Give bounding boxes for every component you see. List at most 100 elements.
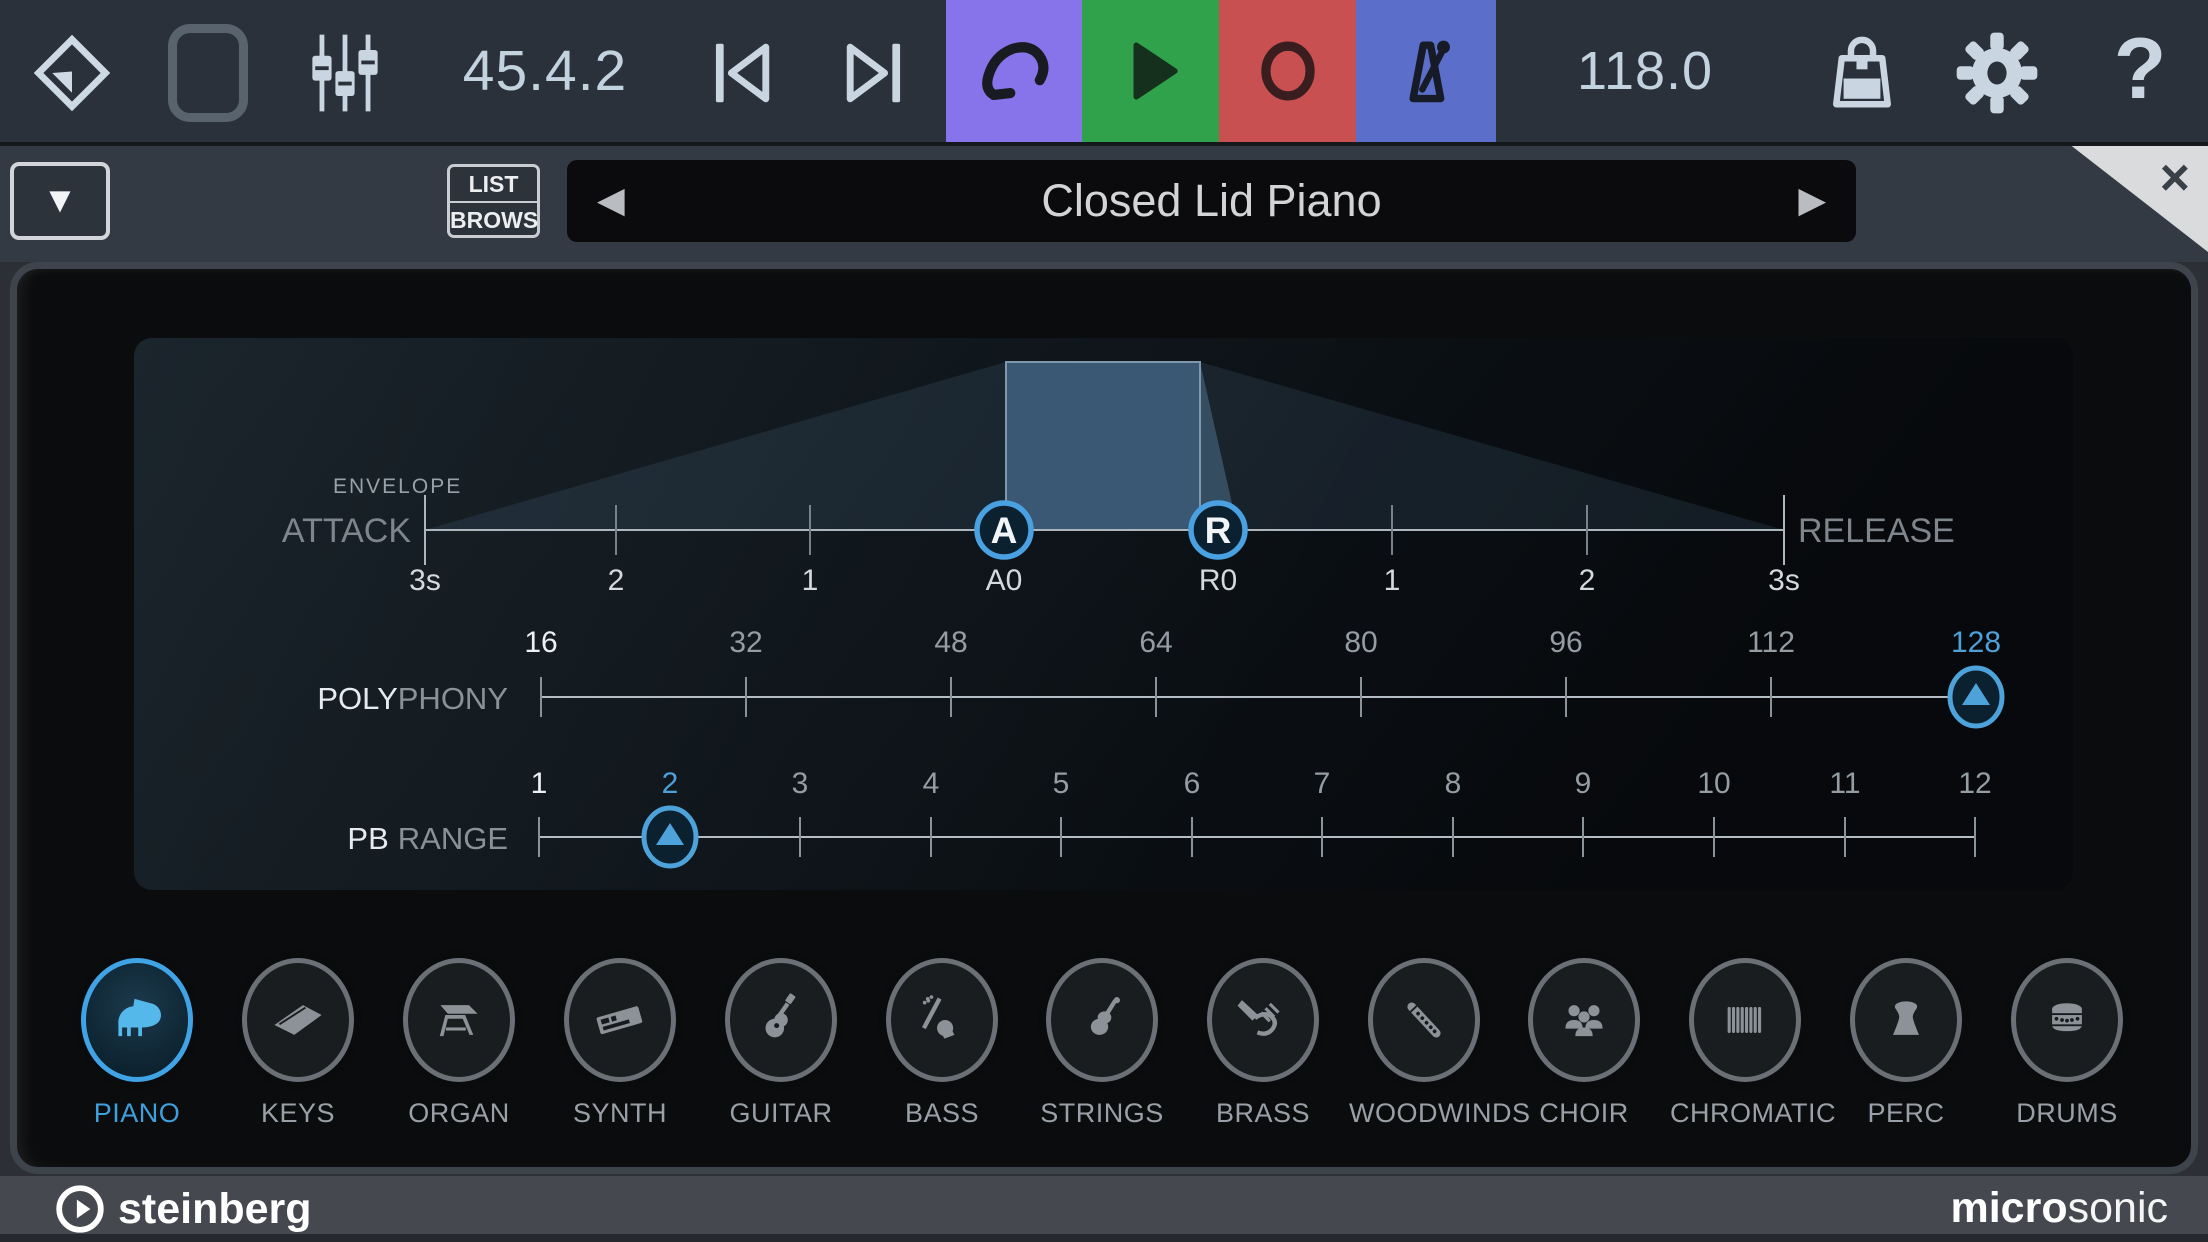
preset-next-arrow[interactable]: ▶ (1798, 160, 1826, 242)
scale-label: 96 (1549, 626, 1582, 659)
record-button[interactable] (1219, 0, 1356, 142)
record-icon (1242, 25, 1334, 117)
attack-label: ATTACK (282, 512, 411, 550)
preset-name[interactable]: Closed Lid Piano (567, 160, 1856, 242)
scale-label: 11 (1829, 767, 1860, 800)
preset-selector[interactable]: ◀ Closed Lid Piano ▶ (567, 160, 1856, 242)
dropdown-button[interactable]: ▼ (10, 162, 110, 240)
instrument-choir[interactable]: CHOIR (1509, 958, 1659, 1129)
tempo-display[interactable]: 118.0 (1540, 0, 1750, 142)
steinberg-wordmark: steinberg (118, 1185, 312, 1234)
instrument-circle[interactable] (1528, 958, 1640, 1082)
svg-text:A: A (991, 510, 1018, 551)
instrument-circle[interactable] (1046, 958, 1158, 1082)
flute-icon (1393, 989, 1455, 1051)
instrument-label: SYNTH (545, 1098, 695, 1129)
skip-forward-button[interactable] (833, 30, 919, 116)
instrument-brass[interactable]: BRASS (1188, 958, 1338, 1129)
pb-range-scale-labels: 123456789101112 (531, 767, 1992, 800)
help-button[interactable]: ? (2095, 0, 2185, 142)
instrument-circle[interactable] (1850, 958, 1962, 1082)
release-knob[interactable]: R (1191, 503, 1245, 557)
scale-label: 6 (1184, 767, 1201, 800)
choir-icon (1553, 989, 1615, 1051)
loop-icon (968, 25, 1060, 117)
djembe-icon (1875, 989, 1937, 1051)
scale-label: 7 (1314, 767, 1331, 800)
instrument-circle[interactable] (1368, 958, 1480, 1082)
scale-label: 3s (1768, 564, 1800, 597)
instrument-circle[interactable] (403, 958, 515, 1082)
cycle-loop-button[interactable] (946, 0, 1082, 142)
scale-label: A0 (986, 564, 1023, 597)
play-button[interactable] (1082, 0, 1219, 142)
instrument-organ[interactable]: ORGAN (384, 958, 534, 1129)
instrument-circle[interactable] (725, 958, 837, 1082)
instrument-drums[interactable]: DRUMS (1992, 958, 2142, 1129)
instrument-perc[interactable]: PERC (1831, 958, 1981, 1129)
instrument-circle[interactable] (242, 958, 354, 1082)
instrument-chromatic[interactable]: CHROMATIC (1670, 958, 1820, 1129)
bottom-edge (0, 1234, 2208, 1242)
instrument-circle[interactable] (886, 958, 998, 1082)
list-browse-button[interactable]: LIST BROWS (447, 164, 540, 238)
play-icon (1105, 25, 1197, 117)
attack-knob[interactable]: A (977, 503, 1031, 557)
instrument-label: PERC (1831, 1098, 1981, 1129)
instrument-circle[interactable] (564, 958, 676, 1082)
envelope-section-label: ENVELOPE (333, 475, 462, 498)
instrument-label: WOODWINDS (1349, 1098, 1499, 1129)
microsonic-logo: microsonic (1951, 1176, 2169, 1242)
instrument-keys[interactable]: KEYS (223, 958, 373, 1129)
scale-label: 2 (608, 564, 625, 597)
shop-bag-button[interactable] (1816, 27, 1908, 119)
bass-icon (911, 989, 973, 1051)
instrument-circle[interactable] (1207, 958, 1319, 1082)
instrument-circle[interactable] (1689, 958, 1801, 1082)
pb-range-thumb[interactable] (644, 808, 696, 866)
instrument-label: BRASS (1188, 1098, 1338, 1129)
position-display[interactable]: 45.4.2 (430, 0, 660, 142)
instrument-circle[interactable] (2011, 958, 2123, 1082)
keys-icon (267, 989, 329, 1051)
instrument-label: PIANO (62, 1098, 212, 1129)
settings-gear-button[interactable] (1949, 25, 2045, 121)
instrument-woodwinds[interactable]: WOODWINDS (1349, 958, 1499, 1129)
scale-label: 16 (524, 626, 557, 659)
pb-range-label: PBRANGE (347, 821, 508, 856)
svg-text:R: R (1205, 510, 1232, 551)
list-browse-label-1: LIST (450, 167, 537, 201)
instrument-label: ORGAN (384, 1098, 534, 1129)
instrument-bass[interactable]: BASS (867, 958, 1017, 1129)
scale-label: 1 (1384, 564, 1401, 597)
scale-label: 12 (1958, 767, 1991, 800)
instrument-label: CHOIR (1509, 1098, 1659, 1129)
organ-icon (428, 989, 490, 1051)
synth-icon (589, 989, 651, 1051)
scale-label: R0 (1199, 564, 1237, 597)
scale-label: 128 (1951, 626, 2001, 659)
instrument-label: STRINGS (1027, 1098, 1177, 1129)
polyphony-thumb[interactable] (1950, 668, 2002, 726)
metronome-icon (1380, 25, 1472, 117)
stop-square-icon[interactable] (168, 24, 248, 122)
scale-label: 10 (1697, 767, 1730, 800)
instrument-piano[interactable]: PIANO (62, 958, 212, 1129)
metronome-button[interactable] (1356, 0, 1496, 142)
instrument-label: GUITAR (706, 1098, 856, 1129)
instrument-strings[interactable]: STRINGS (1027, 958, 1177, 1129)
skip-back-button[interactable] (697, 30, 783, 116)
footer-bar: steinberg microsonic (0, 1176, 2208, 1242)
scale-label: 1 (531, 767, 548, 800)
scale-label: 48 (934, 626, 967, 659)
envelope-scale-labels: 3s21A0R0123s (409, 564, 1800, 597)
mixer-icon[interactable] (297, 25, 393, 121)
instrument-label: KEYS (223, 1098, 373, 1129)
instrument-circle[interactable] (81, 958, 193, 1082)
scale-label: 4 (923, 767, 940, 800)
cubasis-logo-icon[interactable] (34, 26, 110, 120)
scale-label: 9 (1575, 767, 1592, 800)
instrument-guitar[interactable]: GUITAR (706, 958, 856, 1129)
scale-label: 32 (729, 626, 762, 659)
instrument-synth[interactable]: SYNTH (545, 958, 695, 1129)
